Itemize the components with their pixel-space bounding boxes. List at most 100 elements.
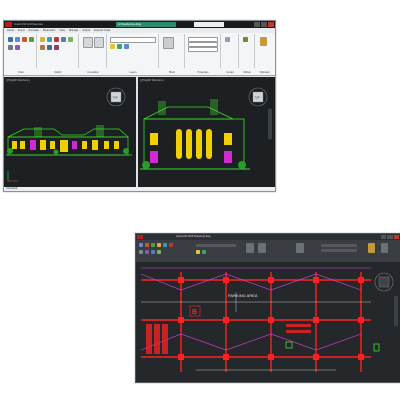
- color-dropdown[interactable]: [321, 244, 357, 247]
- close-button[interactable]: [393, 235, 399, 239]
- application-menu-button[interactable]: [5, 22, 12, 27]
- lineweight-dropdown[interactable]: [188, 47, 218, 52]
- parking-area-label: PARKING AREA: [228, 293, 258, 298]
- group-layers: Layers: [108, 34, 159, 74]
- insert-block-icon[interactable]: [296, 243, 304, 253]
- line-icon[interactable]: [8, 37, 13, 42]
- elevation-drawing-right: [-][Top][2D Wireframe] TOP: [140, 79, 272, 170]
- rectangle-icon[interactable]: [8, 45, 13, 50]
- layer-on-icon[interactable]: [117, 44, 122, 49]
- rotate-icon[interactable]: [163, 243, 167, 247]
- circle-icon[interactable]: [22, 37, 27, 42]
- elevator-marker: [285, 341, 293, 349]
- arched-window: [176, 129, 182, 159]
- group-label: Groups: [226, 71, 234, 74]
- text-icon[interactable]: [83, 37, 93, 48]
- floor-plan-drawing: PARKING AREA B: [140, 267, 398, 372]
- shrub: [7, 148, 13, 154]
- window-controls: [381, 235, 399, 239]
- copy-icon[interactable]: [61, 37, 66, 42]
- ucs-icon: [7, 171, 18, 182]
- rotate-icon[interactable]: [47, 37, 52, 42]
- measure-icon[interactable]: [243, 37, 248, 42]
- circle-icon[interactable]: [145, 243, 149, 247]
- group-label: Properties: [197, 71, 209, 74]
- maximize-button[interactable]: [261, 22, 267, 27]
- grid-marker-label: B: [192, 309, 197, 316]
- window-controls: [254, 22, 274, 27]
- group-annotation: Annotation: [80, 34, 107, 74]
- view-icon[interactable]: [381, 243, 388, 253]
- viewport-label: [-][Top][2D Wireframe]: [6, 79, 30, 82]
- minimize-button[interactable]: [254, 22, 260, 27]
- viewcube-label: TOP: [255, 96, 261, 100]
- entry-door: [60, 140, 68, 152]
- layer-properties-icon[interactable]: [196, 250, 200, 254]
- copy-icon[interactable]: [151, 250, 155, 254]
- shrub: [142, 161, 150, 169]
- navigation-bar[interactable]: [268, 109, 272, 139]
- move-icon[interactable]: [157, 243, 161, 247]
- layer-dropdown[interactable]: [110, 37, 156, 43]
- paste-icon[interactable]: [368, 243, 375, 253]
- dimension-icon[interactable]: [258, 243, 266, 253]
- window: [40, 140, 46, 150]
- window: [92, 140, 98, 150]
- viewport-right[interactable]: [-][Top][2D Wireframe] TOP: [138, 77, 275, 187]
- minimize-button[interactable]: [381, 235, 387, 239]
- mirror-icon[interactable]: [68, 37, 73, 42]
- insert-block-icon[interactable]: [163, 37, 174, 49]
- window: [20, 141, 25, 149]
- stretch-icon[interactable]: [47, 45, 52, 50]
- layer-properties-icon[interactable]: [110, 44, 115, 49]
- text-icon[interactable]: [246, 243, 254, 253]
- application-menu-button[interactable]: [137, 235, 143, 239]
- layer-on-icon[interactable]: [202, 250, 206, 254]
- scale-icon[interactable]: [54, 45, 59, 50]
- chimney: [210, 99, 218, 115]
- group-icon[interactable]: [225, 37, 230, 42]
- viewport-left[interactable]: [-][Top][2D Wireframe] TOP: [4, 77, 136, 187]
- paste-icon[interactable]: [260, 37, 267, 46]
- drawing-canvas[interactable]: PARKING AREA B: [136, 262, 400, 382]
- trim-icon[interactable]: [54, 37, 59, 42]
- chimney: [96, 125, 104, 137]
- command-line[interactable]: Command:: [4, 187, 275, 191]
- ribbon-panel: Draw Modify Annotation Layers Block Prop…: [4, 33, 275, 76]
- group-groups: Groups: [222, 34, 239, 74]
- shrub: [123, 148, 129, 154]
- rectangle-icon[interactable]: [139, 250, 143, 254]
- window: [72, 141, 77, 149]
- window: [114, 141, 119, 149]
- viewcube[interactable]: [374, 272, 394, 292]
- maximize-button[interactable]: [387, 235, 393, 239]
- line-icon[interactable]: [139, 243, 143, 247]
- trim-icon[interactable]: [169, 243, 173, 247]
- viewcube[interactable]: TOP: [248, 87, 268, 107]
- window: [30, 140, 36, 150]
- hatch-icon[interactable]: [145, 250, 149, 254]
- layer-dropdown[interactable]: [196, 244, 236, 247]
- window: [12, 141, 17, 149]
- group-label: Clipboard: [259, 71, 270, 74]
- layer-freeze-icon[interactable]: [124, 44, 129, 49]
- viewcube[interactable]: TOP: [106, 87, 126, 107]
- navigation-bar[interactable]: [394, 296, 398, 326]
- fillet-icon[interactable]: [40, 45, 45, 50]
- quick-access-label: AutoCAD Architecture: [14, 22, 44, 26]
- group-label: Utilities: [243, 71, 251, 74]
- stair-marker: [373, 343, 380, 352]
- close-button[interactable]: [268, 22, 274, 27]
- search-input[interactable]: [194, 22, 224, 27]
- move-icon[interactable]: [40, 37, 45, 42]
- linetype-dropdown[interactable]: [321, 249, 357, 252]
- autocad-window-floor-plan: AutoCAD 2015 Drawing1.dwg PARKING AREA B: [135, 233, 400, 383]
- polyline-icon[interactable]: [15, 37, 20, 42]
- mirror-icon[interactable]: [157, 250, 161, 254]
- hatch-icon[interactable]: [15, 45, 20, 50]
- chimney: [158, 101, 166, 115]
- group-label: Draw: [18, 71, 24, 74]
- arc-icon[interactable]: [151, 243, 155, 247]
- arc-icon[interactable]: [29, 37, 34, 42]
- dimension-icon[interactable]: [94, 37, 104, 48]
